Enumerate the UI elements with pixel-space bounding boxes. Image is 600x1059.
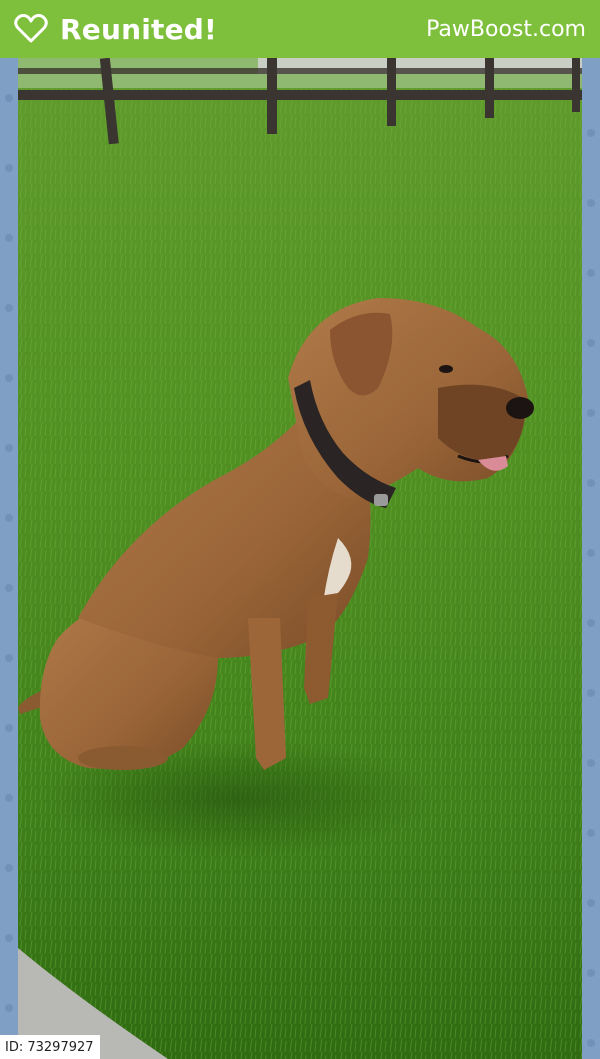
banner-left: Reunited! bbox=[14, 13, 217, 46]
reunited-poster: Reunited! PawBoost.com ID: 73297927 bbox=[0, 0, 600, 1059]
brand-label: PawBoost.com bbox=[426, 16, 586, 42]
status-title: Reunited! bbox=[60, 12, 218, 46]
listing-id: ID: 73297927 bbox=[0, 1035, 100, 1059]
status-banner: Reunited! PawBoost.com bbox=[0, 0, 600, 58]
heart-icon bbox=[14, 13, 48, 44]
paw-border-left bbox=[0, 58, 18, 1059]
paw-border-right bbox=[582, 58, 600, 1059]
pet-photo bbox=[18, 58, 582, 1059]
